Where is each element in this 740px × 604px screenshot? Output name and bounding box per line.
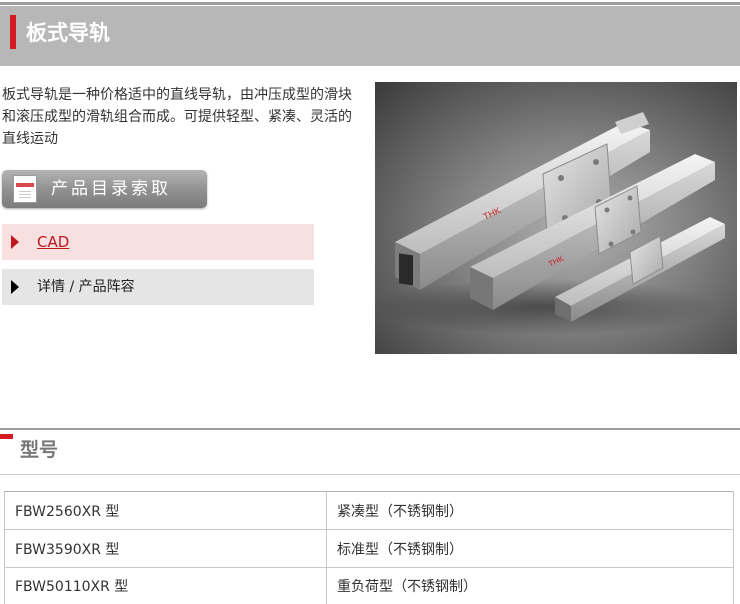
header-accent-bar (10, 15, 16, 49)
nav-item-cad-label: CAD (37, 233, 70, 251)
model-desc-cell: 标准型（不锈钢制） (326, 529, 734, 568)
catalog-request-label: 产品目录索取 (51, 179, 171, 199)
table-row: FBW50110XR 型 重负荷型（不锈钢制） (4, 567, 734, 604)
model-desc-cell: 紧凑型（不锈钢制） (326, 491, 734, 530)
nav-item-details-label: 详情 / 产品阵容 (37, 279, 135, 295)
section-accent (0, 434, 13, 439)
catalog-book-icon (13, 175, 37, 203)
section-divider (0, 428, 740, 430)
nav-item-cad[interactable]: CAD (2, 224, 314, 260)
model-name-cell: FBW50110XR 型 (4, 567, 327, 604)
top-rule (0, 2, 740, 5)
models-table: FBW2560XR 型 紧凑型（不锈钢制） FBW3590XR 型 标准型（不锈… (4, 491, 734, 604)
nav-item-details[interactable]: 详情 / 产品阵容 (2, 269, 314, 305)
models-section-title: 型号 (20, 439, 59, 461)
page-header: 板式导轨 (0, 6, 740, 66)
linear-guide-illustration: THK THK (375, 112, 725, 335)
table-row: FBW2560XR 型 紧凑型（不锈钢制） (4, 491, 734, 530)
model-name-cell: FBW3590XR 型 (4, 529, 327, 568)
catalog-request-button[interactable]: 产品目录索取 (2, 170, 207, 208)
triangle-right-icon (11, 235, 19, 249)
table-row: FBW3590XR 型 标准型（不锈钢制） (4, 529, 734, 568)
triangle-right-icon (11, 280, 19, 294)
model-name-cell: FBW2560XR 型 (4, 491, 327, 530)
product-description: 板式导轨是一种价格适中的直线导轨，由冲压成型的滑块和滚压成型的滑轨组合而成。可提… (2, 87, 352, 147)
section-underline (0, 474, 740, 475)
page-title: 板式导轨 (26, 21, 110, 45)
model-desc-cell: 重负荷型（不锈钢制） (326, 567, 734, 604)
product-image: THK THK (375, 82, 737, 354)
